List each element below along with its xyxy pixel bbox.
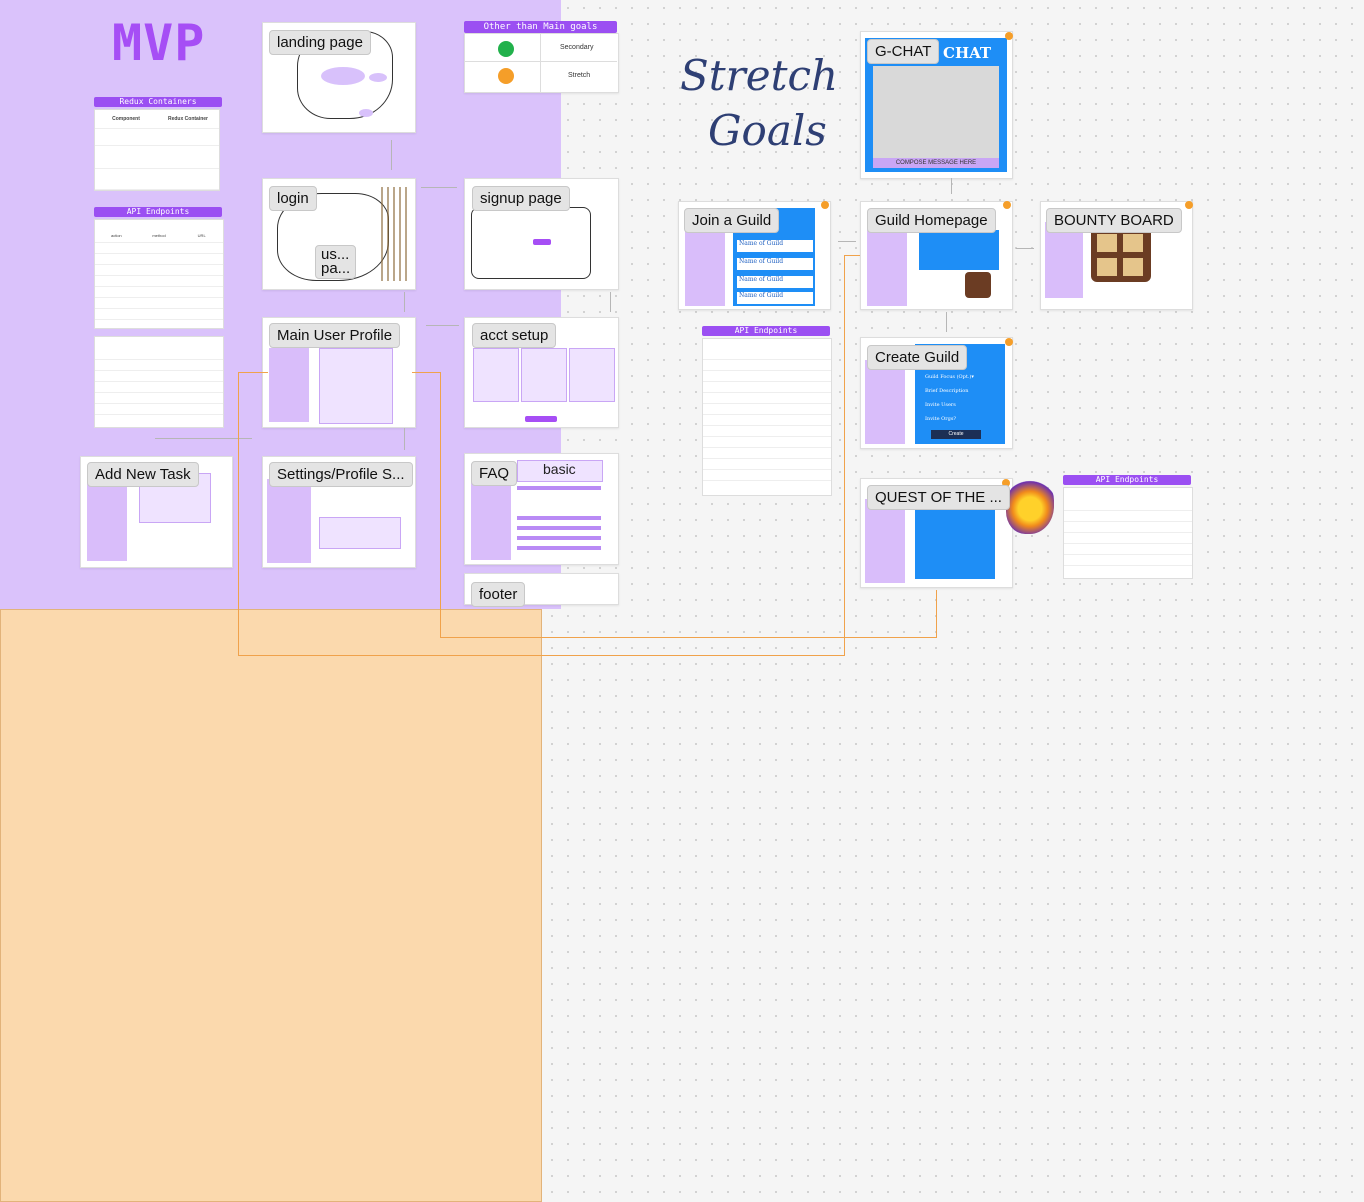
create-guild-label: Create Guild <box>867 345 968 370</box>
legend-row-secondary: Secondary <box>464 33 617 64</box>
api-title-quest: API Endpoints <box>1063 475 1191 485</box>
create-item-description[interactable]: Brief Description <box>925 388 968 394</box>
acct-label: acct setup <box>472 323 557 348</box>
faq-label: FAQ <box>471 461 518 486</box>
api-header-action: action <box>110 232 122 238</box>
landing-label: landing page <box>269 30 371 55</box>
stretch-title-line1: Stretch <box>680 51 839 100</box>
api-table-quest <box>1063 487 1193 579</box>
legend-title: Other than Main goals <box>464 21 617 33</box>
gchat-compose[interactable]: COMPOSE MESSAGE HERE <box>873 158 999 168</box>
redux-header-container: Redux Container <box>167 116 208 122</box>
legend-label-stretch: Stretch <box>568 72 591 79</box>
login-label: login <box>269 186 317 211</box>
create-item-invite-orgs[interactable]: Invite Orgs? <box>925 416 956 422</box>
stretch-marker <box>1003 201 1011 209</box>
api-table-stretch <box>702 338 832 496</box>
signup-submit-button[interactable] <box>533 239 551 245</box>
stretch-title: Stretch Goals <box>680 48 838 158</box>
stretch-title-line2: Goals <box>708 106 827 155</box>
mvp-title: MVP <box>112 14 206 72</box>
stretch-marker <box>1005 32 1013 40</box>
guild-image <box>965 272 991 298</box>
api-title-stretch: API Endpoints <box>702 326 830 336</box>
guild-home-label: Guild Homepage <box>867 208 996 233</box>
guild-item[interactable]: Name of Guild <box>737 292 813 304</box>
stretch-section <box>0 609 542 1202</box>
acct-start-button[interactable] <box>525 416 557 422</box>
api-header-url: URL <box>197 232 206 238</box>
profile-label: Main User Profile <box>269 323 401 348</box>
bounty-label: BOUNTY BOARD <box>1046 208 1182 233</box>
api-table-tasks <box>94 336 224 428</box>
stretch-marker <box>1005 338 1013 346</box>
guild-item[interactable]: Name of Guild <box>737 258 813 270</box>
settings-label: Settings/Profile S... <box>269 462 413 487</box>
redux-title: Redux Containers <box>94 97 222 107</box>
stretch-marker <box>821 201 829 209</box>
faq-basic-text: basic <box>543 461 576 477</box>
api-table-users: action method URL <box>94 219 224 329</box>
footer-label: footer <box>471 582 526 607</box>
legend-row-stretch: Stretch <box>464 61 617 92</box>
create-item-invite-users[interactable]: Invite Users <box>925 402 956 408</box>
stretch-marker <box>1185 201 1193 209</box>
create-button[interactable]: Create <box>931 430 981 439</box>
login-overlay-label: us... pa... <box>315 245 357 279</box>
dragon-icon <box>1006 478 1054 534</box>
gchat-header: CHAT <box>943 44 992 62</box>
api-title-mvp: API Endpoints <box>94 207 222 217</box>
gchat-label: G-CHAT <box>867 39 940 64</box>
quest-label: QUEST OF THE ... <box>867 485 1010 510</box>
join-guild-label: Join a Guild <box>684 208 780 233</box>
signup-label: signup page <box>472 186 570 211</box>
guild-item[interactable]: Name of Guild <box>737 240 813 252</box>
api-header-method: method <box>152 232 166 238</box>
create-item-focus[interactable]: Guild Focus (Opt.)▾ <box>925 374 974 380</box>
add-task-label: Add New Task <box>87 462 199 487</box>
guild-item[interactable]: Name of Guild <box>737 276 813 288</box>
redux-table: Component Redux Container <box>94 109 220 191</box>
redux-header-component: Component <box>112 116 140 122</box>
legend-label-secondary: Secondary <box>560 44 594 51</box>
orange-dot-icon <box>498 68 514 84</box>
green-dot-icon <box>498 41 514 57</box>
